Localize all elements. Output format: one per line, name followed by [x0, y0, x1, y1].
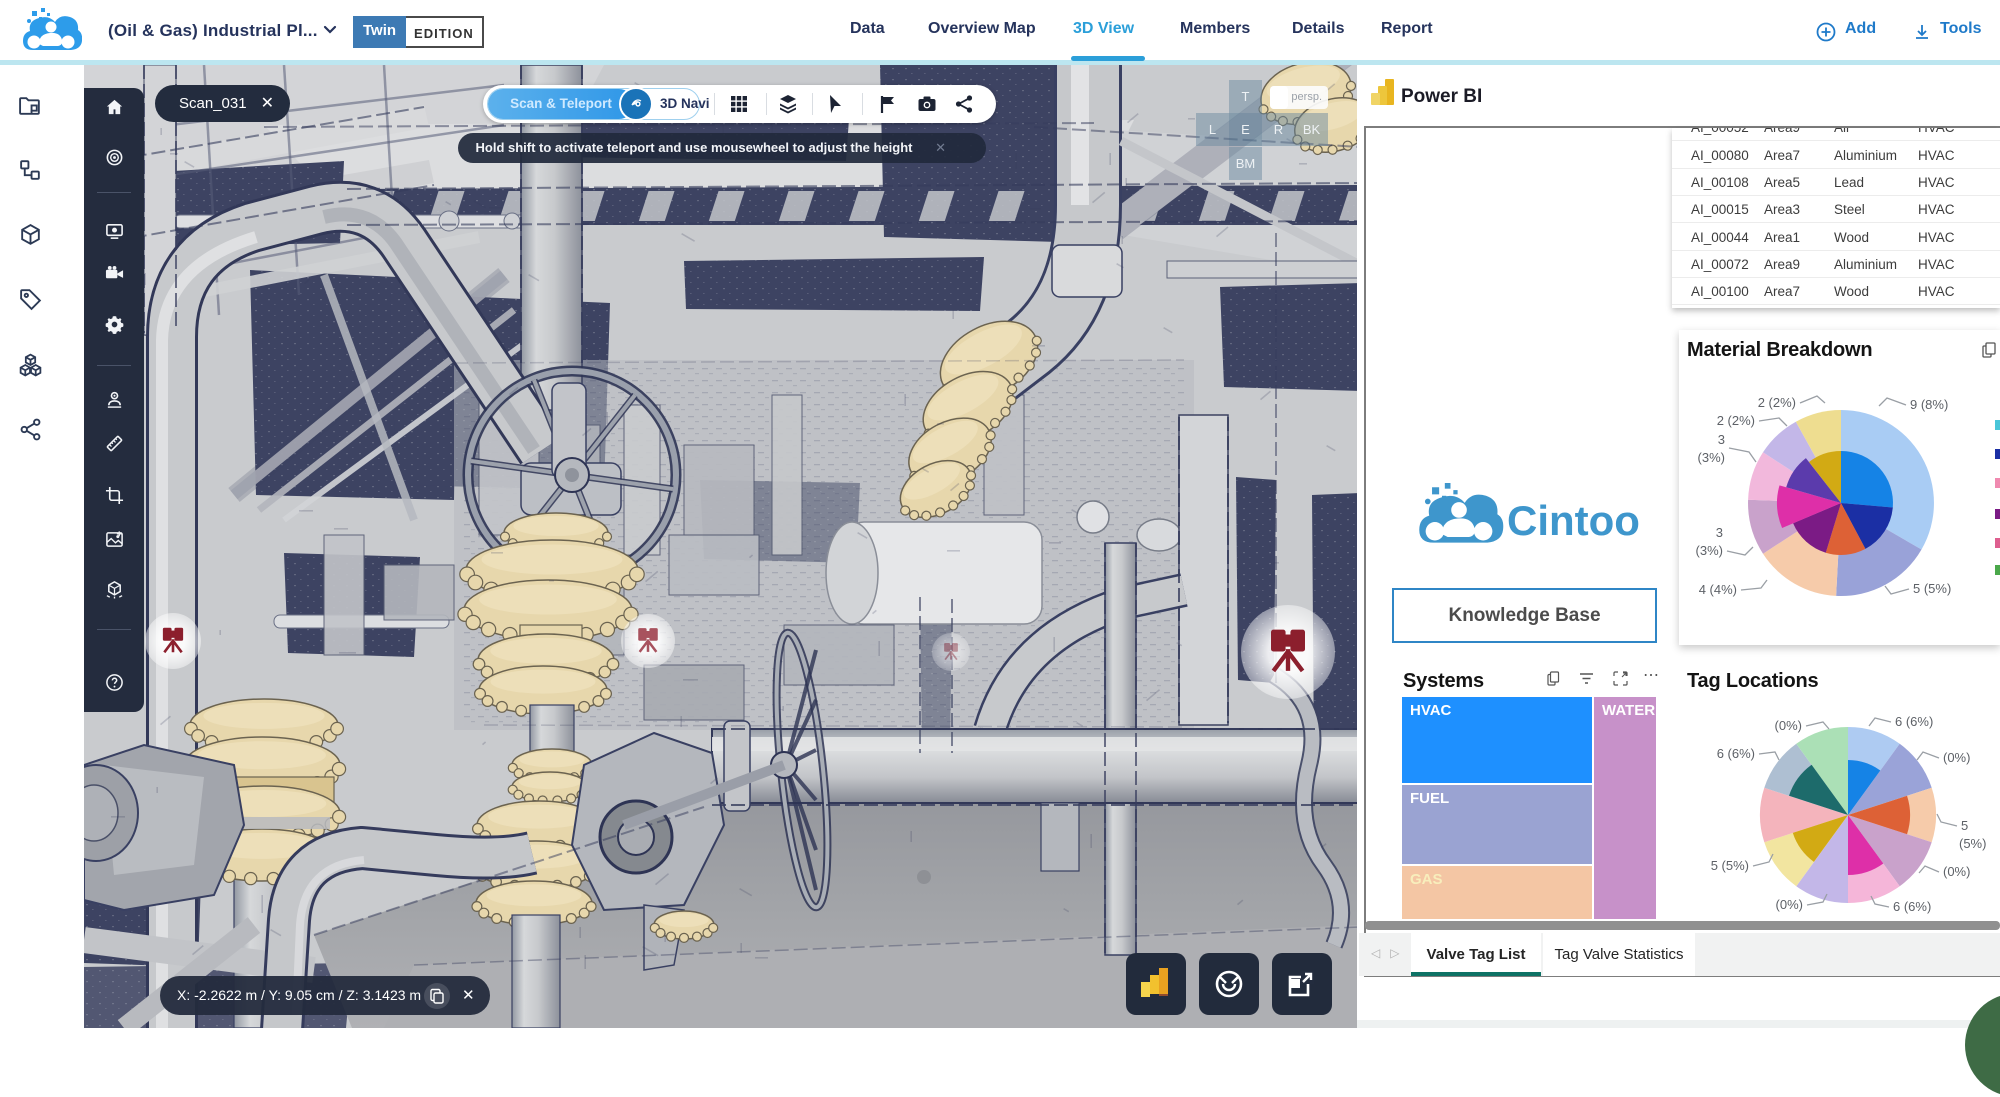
svg-text:3: 3 [1718, 432, 1725, 447]
svg-text:3: 3 [1716, 525, 1723, 540]
svg-text:5: 5 [1961, 818, 1968, 833]
svg-text:6 (6%): 6 (6%) [1895, 714, 1933, 729]
svg-text:(0%): (0%) [1943, 750, 1970, 765]
svg-text:9 (8%): 9 (8%) [1910, 397, 1948, 412]
svg-text:(3%): (3%) [1696, 543, 1723, 558]
svg-text:(3%): (3%) [1698, 450, 1725, 465]
svg-text:6 (6%): 6 (6%) [1717, 746, 1755, 761]
svg-text:(5%): (5%) [1959, 836, 1986, 851]
svg-text:2 (2%): 2 (2%) [1717, 413, 1755, 428]
svg-text:(0%): (0%) [1775, 718, 1802, 733]
svg-text:6 (6%): 6 (6%) [1893, 899, 1931, 914]
svg-text:4 (4%): 4 (4%) [1699, 582, 1737, 597]
svg-text:(0%): (0%) [1776, 897, 1803, 912]
svg-text:(0%): (0%) [1943, 864, 1970, 879]
svg-text:2 (2%): 2 (2%) [1758, 395, 1796, 410]
svg-text:5 (5%): 5 (5%) [1913, 581, 1951, 596]
svg-text:5 (5%): 5 (5%) [1711, 858, 1749, 873]
